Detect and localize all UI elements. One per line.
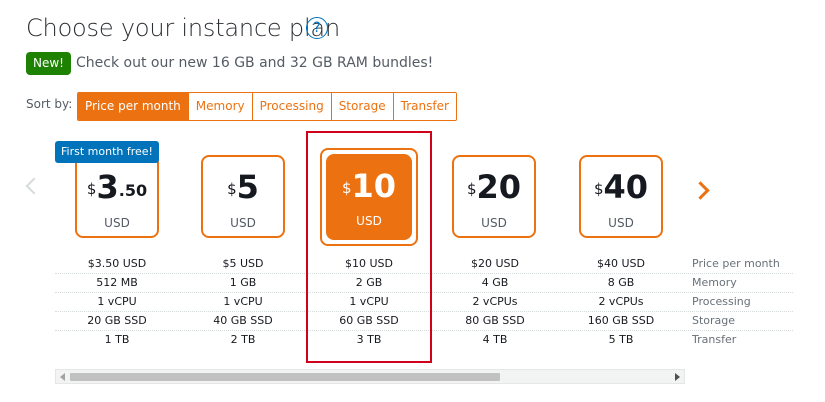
spec-cell: 40 GB SSD [213,314,273,327]
announcement-message: Check out our new 16 GB and 32 GB RAM bu… [76,55,434,71]
scroll-left-icon[interactable] [60,373,65,381]
page-title: Choose your instance plan [26,14,340,42]
spec-cell: 1 vCPU [97,295,137,308]
new-badge: New! [26,52,71,75]
plan-currency: USD [356,214,382,228]
plan-card-5[interactable]: $5 USD [201,155,285,238]
spec-cell: 4 TB [482,333,508,346]
plan-price: $40 [593,168,649,206]
horizontal-scrollbar[interactable] [55,369,685,384]
spec-cell: 3 TB [356,333,382,346]
spec-cell: 2 vCPUs [472,295,518,308]
scroll-right-icon[interactable] [675,373,680,381]
spec-row-processing: 1 vCPU 1 vCPU 1 vCPU 2 vCPUs 2 vCPUs Pro… [55,293,793,312]
spec-cell: 1 GB [229,276,257,289]
spec-cell: 160 GB SSD [587,314,655,327]
plan-card-20[interactable]: $20 USD [452,155,536,238]
plan-price: $5 [227,168,259,206]
help-icon[interactable]: ? [306,17,328,39]
sort-tab-storage[interactable]: Storage [330,93,393,120]
spec-row-storage: 20 GB SSD 40 GB SSD 60 GB SSD 80 GB SSD … [55,312,793,331]
plan-price: $20 [466,168,522,206]
spec-cell: 1 vCPU [223,295,263,308]
spec-label: Price per month [692,257,780,270]
plan-price: $10 [341,167,397,205]
plan-currency: USD [481,216,507,230]
spec-label: Memory [692,276,737,289]
spec-cell: 60 GB SSD [339,314,399,327]
spec-cell: 4 GB [481,276,509,289]
plan-card-40[interactable]: $40 USD [579,155,663,238]
spec-cell: $10 USD [345,257,393,270]
spec-row-memory: 512 MB 1 GB 2 GB 4 GB 8 GB Memory [55,274,793,293]
spec-cell: $5 USD [222,257,264,270]
spec-cell: 8 GB [607,276,635,289]
first-month-free-badge: First month free! [55,141,159,163]
carousel-next-icon[interactable] [691,181,710,200]
spec-label: Storage [692,314,736,327]
scrollbar-thumb[interactable] [70,373,500,381]
plan-currency: USD [608,216,634,230]
carousel-prev-icon[interactable] [25,177,43,195]
spec-cell: 512 MB [96,276,138,289]
spec-cell: 1 vCPU [349,295,389,308]
spec-cell: 2 vCPUs [598,295,644,308]
spec-cell: $20 USD [471,257,519,270]
plan-specs-table: $3.50 USD $5 USD $10 USD $20 USD $40 USD… [55,255,793,349]
plan-currency: USD [104,216,130,230]
spec-cell: 2 TB [230,333,256,346]
sort-tabs: Price per month Memory Processing Storag… [77,92,457,121]
sort-label: Sort by: [26,97,73,111]
spec-cell: $3.50 USD [87,257,147,270]
plan-currency: USD [230,216,256,230]
spec-cell: $40 USD [597,257,645,270]
sort-tab-memory[interactable]: Memory [187,93,252,120]
plan-price: $3.50 [86,168,148,206]
spec-cell: 20 GB SSD [87,314,147,327]
spec-cell: 80 GB SSD [465,314,525,327]
sort-tab-processing[interactable]: Processing [251,93,331,120]
plan-card-3-50[interactable]: $3.50 USD [75,155,159,238]
spec-cell: 5 TB [608,333,634,346]
sort-tab-transfer[interactable]: Transfer [392,93,456,120]
spec-row-price: $3.50 USD $5 USD $10 USD $20 USD $40 USD… [55,255,793,274]
spec-cell: 1 TB [104,333,130,346]
spec-label: Transfer [692,333,737,346]
spec-row-transfer: 1 TB 2 TB 3 TB 4 TB 5 TB Transfer [55,331,793,349]
sort-tab-price[interactable]: Price per month [78,93,188,120]
spec-label: Processing [692,295,751,308]
plan-card-10[interactable]: $10 USD [320,148,418,246]
spec-cell: 2 GB [355,276,383,289]
